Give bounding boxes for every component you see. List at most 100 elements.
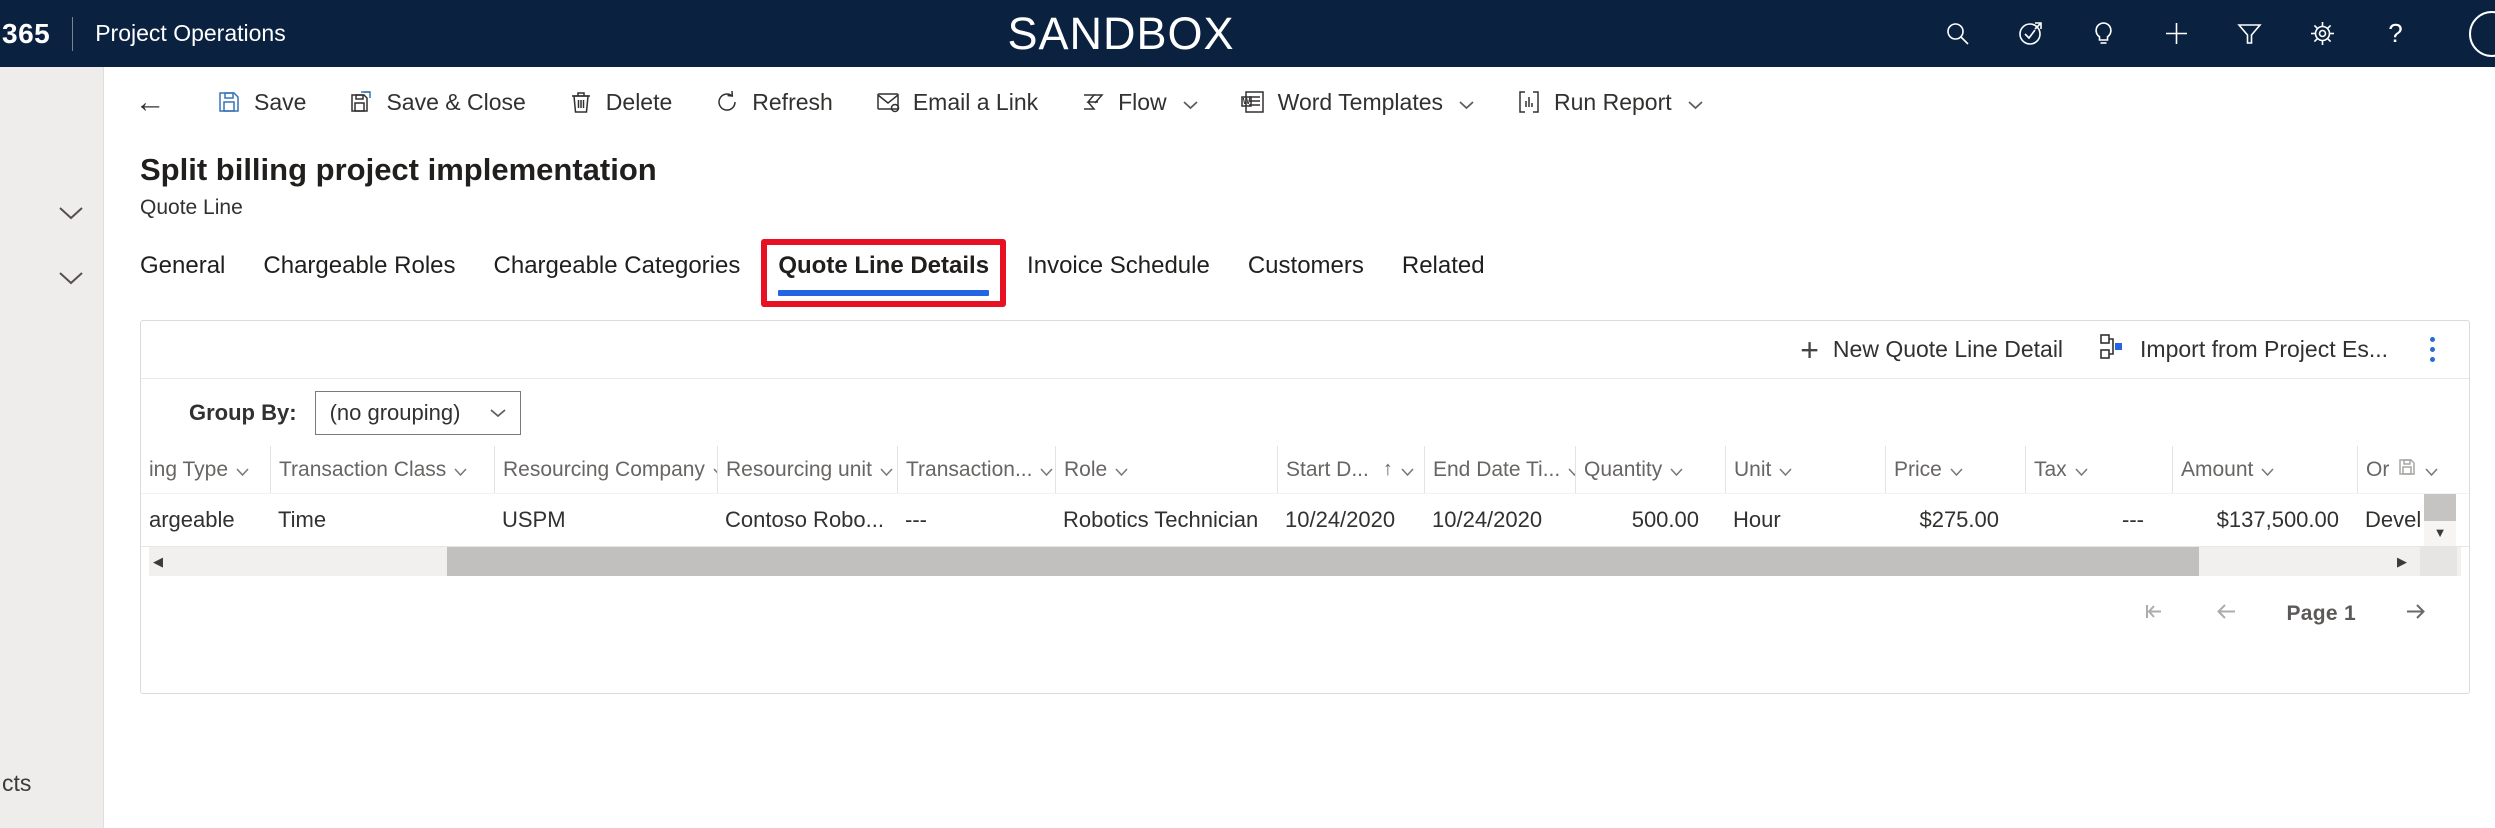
save-status-floppy-icon <box>2397 457 2417 483</box>
column-chevron-icon[interactable] <box>1040 458 1054 482</box>
scroll-down-arrow-icon[interactable]: ▼ <box>2434 525 2447 540</box>
new-quote-line-detail-label: New Quote Line Detail <box>1832 336 2064 362</box>
import-from-project-button[interactable]: Import from Project Es... <box>2099 333 2388 366</box>
email-a-link-button[interactable]: Email a Link <box>854 67 1059 137</box>
cell-transaction-class[interactable]: Time <box>270 494 494 546</box>
column-chevron-icon[interactable] <box>880 458 893 482</box>
column-header-price[interactable]: Price <box>1885 446 2025 493</box>
save-and-close-button[interactable]: Save & Close <box>327 67 546 137</box>
group-by-dropdown[interactable]: (no grouping) <box>314 390 521 435</box>
sidebar-item-contacts-clipped[interactable]: cts <box>2 770 31 797</box>
vertical-scrollbar[interactable]: ▼ <box>2424 494 2456 546</box>
column-header-transaction-class[interactable]: Transaction Class <box>270 446 494 493</box>
delete-label: Delete <box>605 88 673 115</box>
cell-end-date[interactable]: 10/24/2020 <box>1424 494 1575 546</box>
flow-menu-chevron-icon[interactable] <box>1179 89 1198 116</box>
tab-general[interactable]: General <box>140 246 225 300</box>
cell-resourcing-company[interactable]: USPM <box>494 494 717 546</box>
screen: 365 Project Operations SANDBOX ? cts ← S… <box>0 0 2495 828</box>
cell-transaction[interactable]: --- <box>897 494 1055 546</box>
column-chevron-icon[interactable] <box>1950 458 1963 482</box>
tab-chargeable-categories[interactable]: Chargeable Categories <box>494 246 741 300</box>
scroll-left-arrow-icon[interactable]: ◀ <box>153 547 163 576</box>
save-button[interactable]: Save <box>195 67 327 137</box>
cell-quantity[interactable]: 500.00 <box>1575 494 1725 546</box>
horizontal-scrollbar[interactable]: ◀ ▶ <box>149 547 2461 576</box>
tab-invoice-schedule[interactable]: Invoice Schedule <box>1027 246 1210 300</box>
cell-billing-type[interactable]: argeable <box>141 494 270 546</box>
column-header-role[interactable]: Role <box>1055 446 1277 493</box>
tab-customers[interactable]: Customers <box>1248 246 1364 300</box>
new-quote-line-detail-button[interactable]: + New Quote Line Detail <box>1800 334 2063 366</box>
column-header-start-date[interactable]: Start D... ↑ <box>1277 446 1424 493</box>
tab-related[interactable]: Related <box>1402 246 1485 300</box>
run-report-button[interactable]: Run Report <box>1495 67 1724 137</box>
word-templates-button[interactable]: W Word Templates <box>1219 67 1495 137</box>
task-check-icon[interactable] <box>2017 20 2044 47</box>
column-chevron-icon[interactable] <box>1779 458 1792 482</box>
cell-start-date[interactable]: 10/24/2020 <box>1277 494 1424 546</box>
page-title: Split billing project implementation <box>140 152 657 187</box>
column-chevron-icon[interactable] <box>1401 458 1414 482</box>
save-close-icon <box>351 91 372 112</box>
column-chevron-icon[interactable] <box>236 458 249 482</box>
add-icon[interactable] <box>2163 20 2190 47</box>
horizontal-scrollbar-thumb[interactable] <box>447 547 2199 576</box>
column-header-transaction[interactable]: Transaction... <box>897 446 1055 493</box>
first-page-button[interactable] <box>2140 598 2167 630</box>
email-icon <box>877 93 900 113</box>
column-chevron-icon[interactable] <box>1670 458 1683 482</box>
cell-price[interactable]: $275.00 <box>1885 494 2025 546</box>
filter-icon[interactable] <box>2236 20 2263 47</box>
dynamics-365-brand[interactable]: 365 <box>2 18 50 50</box>
column-header-origin-clipped[interactable]: Or <box>2357 446 2469 493</box>
cell-resourcing-unit[interactable]: Contoso Robo... <box>717 494 897 546</box>
sort-ascending-icon: ↑ <box>1382 458 1393 480</box>
column-chevron-icon[interactable] <box>454 458 467 482</box>
settings-gear-icon[interactable] <box>2309 20 2336 47</box>
previous-page-button[interactable] <box>2213 598 2240 630</box>
refresh-button[interactable]: Refresh <box>693 67 854 137</box>
column-header-end-date[interactable]: End Date Ti... <box>1424 446 1575 493</box>
delete-button[interactable]: Delete <box>547 67 693 137</box>
top-navigation-bar: 365 Project Operations SANDBOX ? <box>0 0 2495 67</box>
lightbulb-icon[interactable] <box>2090 20 2117 47</box>
column-chevron-icon[interactable] <box>2425 458 2438 482</box>
column-header-billing-type[interactable]: ing Type <box>141 446 270 493</box>
cell-tax[interactable]: --- <box>2025 494 2172 546</box>
column-chevron-icon[interactable] <box>1115 458 1128 482</box>
column-chevron-icon[interactable] <box>2261 458 2274 482</box>
more-commands-ellipsis-icon[interactable] <box>2424 333 2441 366</box>
column-header-quantity[interactable]: Quantity <box>1575 446 1725 493</box>
search-icon[interactable] <box>1944 20 1971 47</box>
tab-chargeable-roles[interactable]: Chargeable Roles <box>263 246 455 300</box>
group-by-row: Group By: (no grouping) <box>141 379 2469 446</box>
run-report-menu-chevron-icon[interactable] <box>1684 89 1703 116</box>
column-header-tax[interactable]: Tax <box>2025 446 2172 493</box>
grid-row-1[interactable]: argeable Time USPM Contoso Robo... --- R… <box>141 493 2469 547</box>
next-page-button[interactable] <box>2402 598 2429 630</box>
group-by-value: (no grouping) <box>329 399 461 425</box>
column-chevron-icon[interactable] <box>2075 458 2088 482</box>
word-templates-menu-chevron-icon[interactable] <box>1455 89 1474 116</box>
column-header-unit[interactable]: Unit <box>1725 446 1885 493</box>
grid-pagination: Page 1 <box>141 576 2469 651</box>
column-header-amount[interactable]: Amount <box>2172 446 2357 493</box>
cell-amount[interactable]: $137,500.00 <box>2172 494 2357 546</box>
plus-icon: + <box>1800 331 1819 368</box>
column-chevron-icon[interactable] <box>1568 458 1575 482</box>
email-link-label: Email a Link <box>912 88 1039 115</box>
back-arrow-icon[interactable]: ← <box>133 84 167 120</box>
flow-button[interactable]: Flow <box>1059 67 1219 137</box>
run-report-label: Run Report <box>1554 88 1672 115</box>
vertical-scrollbar-thumb[interactable] <box>2424 494 2456 521</box>
column-header-resourcing-company[interactable]: Resourcing Company <box>494 446 717 493</box>
help-icon[interactable]: ? <box>2382 18 2409 48</box>
user-avatar[interactable] <box>2469 10 2495 57</box>
tab-quote-line-details[interactable]: Quote Line Details <box>761 239 1007 307</box>
app-name[interactable]: Project Operations <box>95 20 285 47</box>
cell-role[interactable]: Robotics Technician <box>1055 494 1277 546</box>
column-header-resourcing-unit[interactable]: Resourcing unit <box>717 446 897 493</box>
cell-unit[interactable]: Hour <box>1725 494 1885 546</box>
scroll-right-arrow-icon[interactable]: ▶ <box>2397 547 2407 576</box>
